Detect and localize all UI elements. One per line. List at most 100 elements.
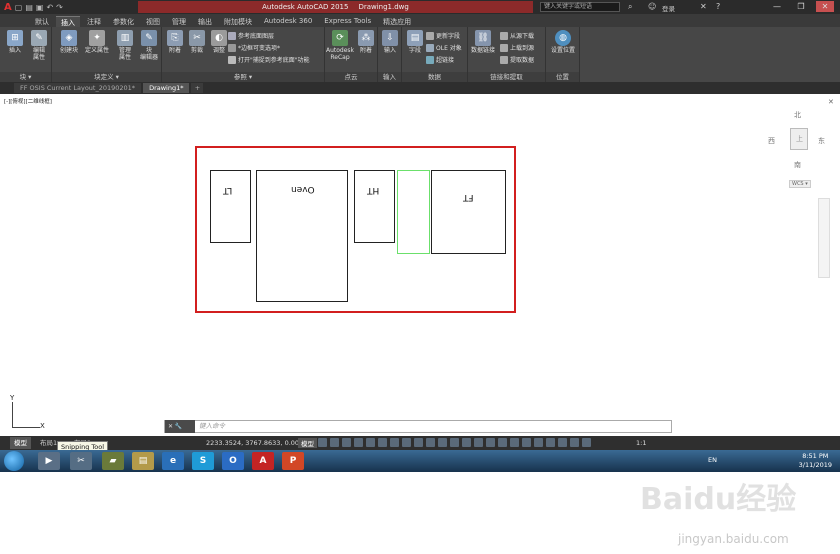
3d-osnap-icon[interactable] [426,438,435,447]
minimize-button[interactable]: — [768,1,786,12]
viewport-label[interactable]: [-][俯视][二维线框] [4,97,52,105]
redo-icon[interactable]: ↷ [56,3,63,12]
drawing-box-ht[interactable]: HT [354,170,395,243]
viewcube[interactable]: 北 西 东 南 上 [760,106,835,186]
manage-attributes-button[interactable]: ▥ 管理 属性 [112,30,138,61]
search-input[interactable]: 键入关键字或短语 [540,2,620,12]
restore-button[interactable]: ❐ [792,1,810,12]
new-document-tab-button[interactable]: + [191,83,204,93]
ortho-toggle-icon[interactable] [342,438,351,447]
ribbon-tab-9[interactable]: Express Tools [319,16,376,27]
login-label[interactable]: 登录 [662,3,675,13]
define-attributes-button[interactable]: ✦ 定义属性 [84,30,110,54]
new-icon[interactable]: ▢ [15,3,23,12]
ribbon-tab-5[interactable]: 管理 [167,16,191,27]
search-icon[interactable]: ⌕ [628,2,632,12]
extract-data-button[interactable]: 提取数据 [500,55,534,64]
explorer-icon[interactable]: ▤ [132,452,154,470]
polar-toggle-icon[interactable] [354,438,363,447]
annotation-scale[interactable]: 1:1 [636,439,646,447]
viewcube-south[interactable]: 南 [794,160,801,170]
ribbon-tab-7[interactable]: 附加模块 [219,16,257,27]
units-icon[interactable] [522,438,531,447]
command-input[interactable]: 键入命令 [195,421,671,432]
drawing-canvas[interactable]: [-][俯视][二维线框] ✕ 北 西 东 南 上 WCS ▾ LT Oven … [0,94,840,546]
user-icon[interactable]: ☺ [648,2,656,11]
download-from-source-button[interactable]: 从源下载 [500,31,534,40]
recap-button[interactable]: ⟳ Autodesk ReCap [326,30,354,61]
wcs-menu[interactable]: WCS ▾ [789,180,811,188]
start-button[interactable] [4,451,24,471]
field-button[interactable]: ▤ 字段 [402,30,428,54]
grid-toggle-icon[interactable] [318,438,327,447]
gizmo-icon[interactable] [462,438,471,447]
quick-properties-icon[interactable] [534,438,543,447]
hardware-accel-icon[interactable] [570,438,579,447]
insert-block-button[interactable]: ⊞ 插入 [2,30,28,54]
close-button[interactable]: ✕ [816,1,834,12]
viewcube-north[interactable]: 北 [794,110,801,120]
frame-options-button[interactable]: *边框可变选项* [228,43,280,52]
lock-ui-icon[interactable] [546,438,555,447]
open-icon[interactable]: ▤ [25,3,33,12]
edit-attributes-button[interactable]: ✎ 编辑 属性 [26,30,52,61]
ribbon-tab-0[interactable]: 默认 [30,16,54,27]
model-space-button[interactable]: 模型 [298,438,317,448]
viewport-close-icon[interactable]: ✕ [828,98,834,106]
undo-icon[interactable]: ↶ [46,3,53,12]
pointcloud-attach-button[interactable]: ⁂ 附着 [353,30,379,54]
data-link-button[interactable]: ⛓ 数据链接 [470,30,496,54]
ribbon-tab-10[interactable]: 精选应用 [378,16,416,27]
panel-block-definition-title[interactable]: 块定义 ▾ [52,72,161,82]
drawing-box-empty[interactable] [397,170,430,254]
create-block-button[interactable]: ◈ 创建块 [56,30,82,54]
drawing-box-lt[interactable]: LT [210,170,251,243]
drawing-box-ft[interactable]: FT [431,170,506,254]
selection-cycling-icon[interactable] [414,438,423,447]
system-clock[interactable]: 8:51 PM 3/11/2019 [799,452,832,470]
save-icon[interactable]: ▣ [36,3,44,12]
lineweight-toggle-icon[interactable] [390,438,399,447]
command-line-controls[interactable]: ✕ 🔧 [165,420,195,433]
outlook-icon[interactable]: O [222,452,244,470]
update-fields-button[interactable]: 更新字段 [426,31,460,40]
clean-screen-icon[interactable] [582,438,591,447]
viewcube-east[interactable]: 东 [818,136,825,146]
ole-object-button[interactable]: OLE 对象 [426,43,462,52]
panel-reference-title[interactable]: 参照 ▾ [162,72,324,82]
autocad-icon[interactable]: A [252,452,274,470]
media-player-icon[interactable]: ▶ [38,452,60,470]
set-location-button[interactable]: ◍ 设置位置 [550,30,576,54]
ribbon-tab-6[interactable]: 输出 [193,16,217,27]
block-editor-button[interactable]: ✎ 块 编辑器 [136,30,162,61]
dynamic-ucs-icon[interactable] [438,438,447,447]
document-tab-1[interactable]: Drawing1* [143,83,190,93]
ribbon-tab-2[interactable]: 注释 [82,16,106,27]
snap-underlay-button[interactable]: 打开"捕捉到参考底面"功能 [228,55,310,64]
ribbon-tab-4[interactable]: 视图 [141,16,165,27]
panel-block-title[interactable]: 块 ▾ [0,72,51,82]
snipping-tool-icon[interactable]: ✂ [70,452,92,470]
workspace-icon[interactable] [498,438,507,447]
annotation-monitor-icon[interactable] [510,438,519,447]
navigation-bar[interactable] [818,198,830,278]
exchange-icon[interactable]: ✕ [700,2,707,11]
viewcube-west[interactable]: 西 [768,136,775,146]
underlay-layers-button[interactable]: 参考底面图层 [228,31,274,40]
otrack-toggle-icon[interactable] [378,438,387,447]
ribbon-tab-1[interactable]: 插入 [56,16,80,27]
ribbon-tab-3[interactable]: 参数化 [108,16,139,27]
transparency-toggle-icon[interactable] [402,438,411,447]
upload-to-source-button[interactable]: 上载到源 [500,43,534,52]
coordinate-readout[interactable]: 2233.3524, 3767.8633, 0.0000 [206,439,307,447]
autoscale-icon[interactable] [486,438,495,447]
osnap-toggle-icon[interactable] [366,438,375,447]
snap-toggle-icon[interactable] [330,438,339,447]
ie-icon[interactable]: e [162,452,184,470]
sticky-icon[interactable]: ▰ [102,452,124,470]
drawing-box-oven[interactable]: Oven [256,170,348,302]
layout-tab-model[interactable]: 模型 [10,437,31,449]
powerpoint-icon[interactable]: P [282,452,304,470]
isolate-objects-icon[interactable] [558,438,567,447]
ribbon-tab-8[interactable]: Autodesk 360 [259,16,317,27]
